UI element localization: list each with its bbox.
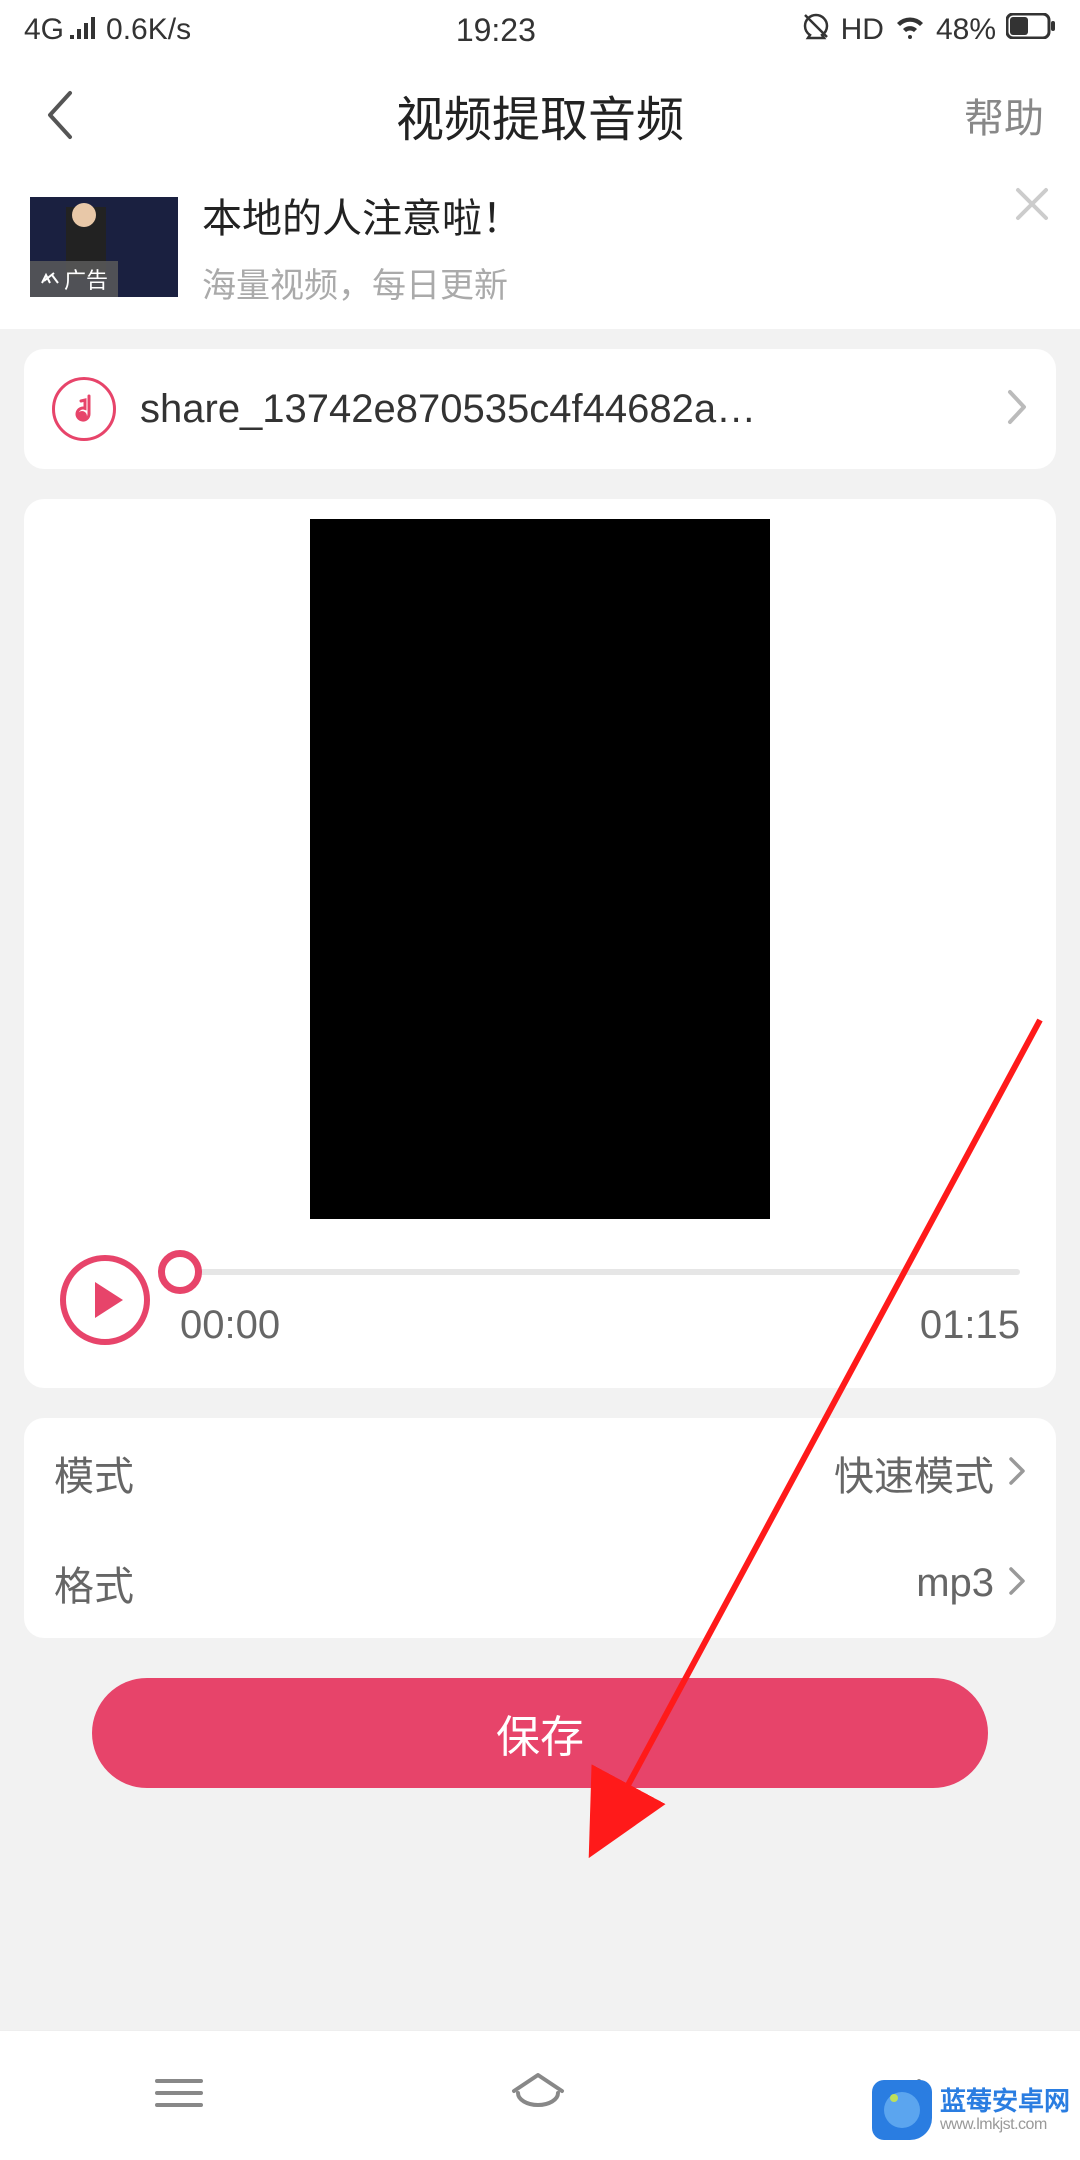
ad-tag: 广告 xyxy=(30,261,118,297)
ad-title: 本地的人注意啦！ xyxy=(202,186,522,244)
watermark-title: 蓝莓安卓网 xyxy=(940,2087,1070,2116)
mute-icon xyxy=(801,11,831,49)
play-button[interactable] xyxy=(60,1255,150,1345)
ad-subtitle: 海量视频，每日更新 xyxy=(202,258,522,307)
timeline: 00:00 01:15 xyxy=(180,1251,1020,1348)
back-button[interactable] xyxy=(30,85,90,145)
ad-thumbnail: 广告 xyxy=(30,197,178,297)
format-row[interactable]: 格式 mp3 xyxy=(24,1528,1056,1638)
app-header: 视频提取音频 帮助 xyxy=(0,60,1080,170)
duration: 01:15 xyxy=(920,1303,1020,1348)
ad-banner[interactable]: 广告 本地的人注意啦！ 海量视频，每日更新 xyxy=(0,170,1080,329)
ad-close-button[interactable] xyxy=(1012,184,1052,233)
battery-percent: 48% xyxy=(936,13,996,47)
save-button-label: 保存 xyxy=(496,1701,584,1765)
wifi-icon xyxy=(894,13,926,47)
format-value: mp3 xyxy=(916,1561,994,1606)
chevron-right-icon xyxy=(1008,1456,1026,1491)
signal-icon xyxy=(70,13,100,47)
player-card: 00:00 01:15 xyxy=(24,499,1056,1388)
file-name: share_13742e870535c4f44682a… xyxy=(140,387,996,432)
network-speed: 0.6K/s xyxy=(106,13,191,47)
clock: 19:23 xyxy=(456,12,536,49)
mode-value: 快速模式 xyxy=(834,1444,994,1502)
save-button[interactable]: 保存 xyxy=(92,1678,988,1788)
chevron-right-icon xyxy=(1006,388,1028,431)
chevron-right-icon xyxy=(1008,1566,1026,1601)
mode-row[interactable]: 模式 快速模式 xyxy=(24,1418,1056,1528)
watermark-logo-icon xyxy=(872,2080,932,2140)
current-time: 00:00 xyxy=(180,1303,280,1348)
seek-slider[interactable] xyxy=(180,1269,1020,1275)
help-button[interactable]: 帮助 xyxy=(964,86,1044,144)
video-preview[interactable] xyxy=(310,519,770,1219)
battery-icon xyxy=(1006,13,1056,47)
watermark-url: www.lmkjst.com xyxy=(940,2116,1070,2134)
options-card: 模式 快速模式 格式 mp3 xyxy=(24,1418,1056,1638)
status-bar: 4G 0.6K/s 19:23 HD 48% xyxy=(0,0,1080,60)
file-row[interactable]: share_13742e870535c4f44682a… xyxy=(24,349,1056,469)
network-type: 4G xyxy=(24,13,64,47)
page-title: 视频提取音频 xyxy=(396,80,684,150)
nav-home-button[interactable] xyxy=(508,2071,568,2120)
mode-label: 模式 xyxy=(54,1444,134,1502)
format-label: 格式 xyxy=(54,1554,134,1612)
watermark: 蓝莓安卓网 www.lmkjst.com xyxy=(872,2080,1070,2140)
nav-menu-button[interactable] xyxy=(151,2073,207,2118)
hd-indicator: HD xyxy=(841,13,884,47)
play-icon xyxy=(95,1282,123,1318)
seek-handle[interactable] xyxy=(158,1250,202,1294)
music-icon xyxy=(52,377,116,441)
